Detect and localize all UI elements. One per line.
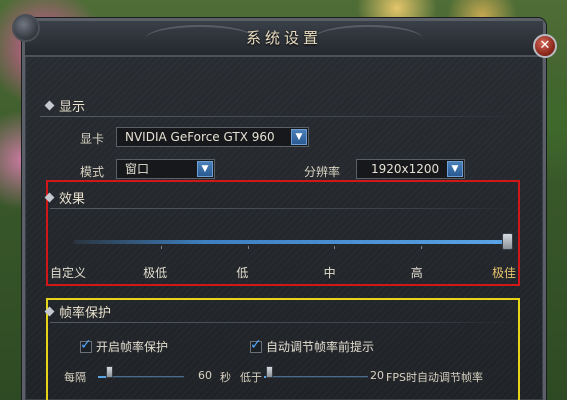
checkbox-box[interactable]: ✓ xyxy=(250,337,262,353)
quality-slider-tick xyxy=(334,246,336,249)
resolution-dropdown[interactable]: 1920x1200 ▼ xyxy=(356,159,465,179)
gpu-label: 显卡 xyxy=(80,132,105,146)
checkmark-icon: ✓ xyxy=(250,337,262,353)
threshold-prefix-label: 低于 xyxy=(240,371,262,384)
auto-adjust-prompt-checkbox[interactable]: ✓ 自动调节帧率前提示 xyxy=(250,337,375,355)
section-divider xyxy=(50,208,516,209)
diamond-icon xyxy=(44,192,55,203)
threshold-slider-track[interactable] xyxy=(264,376,368,378)
quality-slider-track[interactable] xyxy=(74,240,508,244)
quality-level-label[interactable]: 极佳 xyxy=(492,264,516,281)
diamond-icon xyxy=(44,306,55,317)
mode-label: 模式 xyxy=(80,165,105,179)
diamond-icon xyxy=(44,100,55,111)
quality-slider-thumb[interactable] xyxy=(502,233,513,250)
quality-level-label[interactable]: 极低 xyxy=(143,264,167,281)
resolution-label: 分辨率 xyxy=(304,165,341,179)
quality-level-label[interactable]: 高 xyxy=(411,264,423,281)
interval-unit-label: 秒 xyxy=(220,371,231,384)
close-button[interactable]: ✕ xyxy=(533,34,557,58)
mode-dropdown-value: 窗口 xyxy=(125,162,150,176)
interval-prefix-label: 每隔 xyxy=(64,371,86,384)
chevron-down-icon[interactable]: ▼ xyxy=(447,161,463,177)
gpu-dropdown-value: NVIDIA GeForce GTX 960 xyxy=(125,130,275,144)
quality-slider-tick xyxy=(421,246,423,249)
checkmark-icon: ✓ xyxy=(80,337,92,353)
title-bar[interactable]: 系统设置 xyxy=(25,21,543,57)
effects-section-header: 效果 xyxy=(40,188,524,210)
interval-slider-thumb[interactable] xyxy=(106,366,113,378)
threshold-slider-thumb[interactable] xyxy=(266,366,273,378)
display-header-label: 显示 xyxy=(59,100,86,115)
checkbox-box[interactable]: ✓ xyxy=(80,337,92,353)
section-divider xyxy=(50,322,516,323)
enable-frame-protection-label: 开启帧率保护 xyxy=(96,340,169,354)
interval-value: 60 xyxy=(198,369,212,382)
auto-adjust-prompt-label: 自动调节帧率前提示 xyxy=(266,340,375,354)
quality-slider-tick xyxy=(247,246,249,249)
quality-level-label[interactable]: 低 xyxy=(236,264,248,281)
window-title: 系统设置 xyxy=(245,29,322,47)
threshold-suffix-label: FPS时自动调节帧率 xyxy=(386,371,483,384)
resolution-dropdown-value: 1920x1200 xyxy=(371,162,440,176)
effects-header-label: 效果 xyxy=(59,192,86,207)
corner-ornament-icon xyxy=(12,14,40,42)
quality-level-label[interactable]: 中 xyxy=(324,264,336,281)
mode-dropdown[interactable]: 窗口 ▼ xyxy=(116,159,215,179)
gpu-dropdown[interactable]: NVIDIA GeForce GTX 960 ▼ xyxy=(116,127,309,147)
chevron-down-icon[interactable]: ▼ xyxy=(197,161,213,177)
frame-protection-section-header: 帧率保护 xyxy=(40,302,524,324)
quality-level-label[interactable]: 自定义 xyxy=(50,264,86,281)
chevron-down-icon[interactable]: ▼ xyxy=(291,129,307,145)
threshold-value: 20 xyxy=(370,369,384,382)
frame-protection-header-label: 帧率保护 xyxy=(59,306,112,321)
quality-slider-tick xyxy=(160,246,162,249)
display-section-header: 显示 xyxy=(40,96,524,118)
settings-content: 显示 显卡 NVIDIA GeForce GTX 960 ▼ 模式 窗口 ▼ 分… xyxy=(40,88,528,400)
section-divider xyxy=(40,116,524,117)
enable-frame-protection-checkbox[interactable]: ✓ 开启帧率保护 xyxy=(80,337,169,355)
